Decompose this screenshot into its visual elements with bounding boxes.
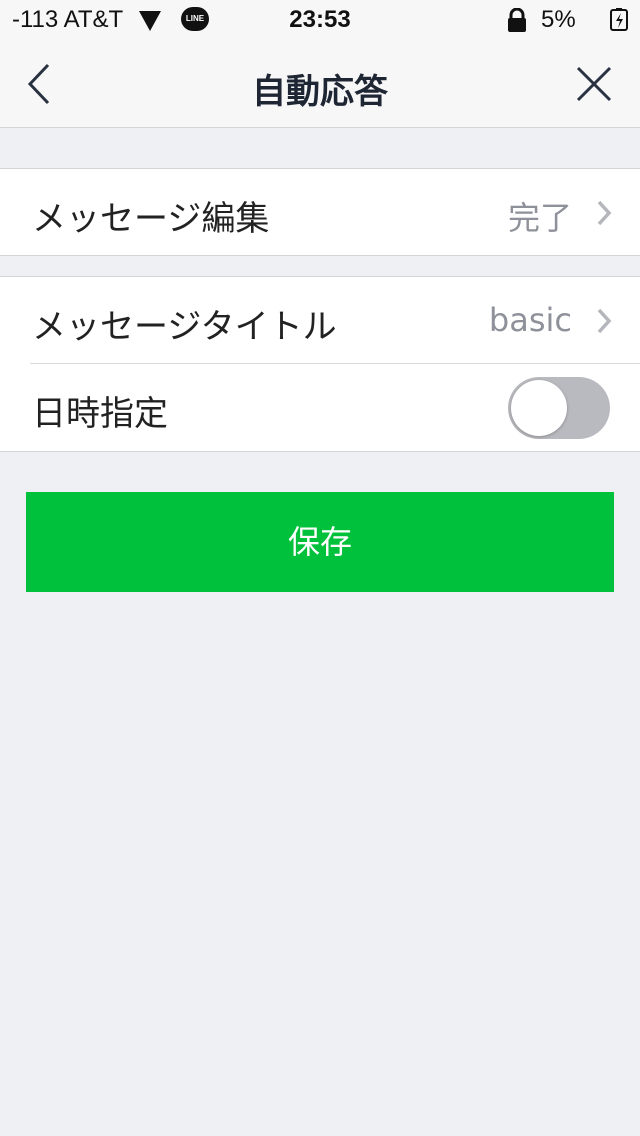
- schedule-toggle[interactable]: [508, 377, 610, 439]
- toggle-knob: [511, 380, 567, 436]
- close-button[interactable]: [572, 62, 616, 106]
- screen: -113 AT&T LINE 23:53 5% 自動応答 メッセージ編集 完了 …: [0, 0, 640, 1136]
- navigation-bar: 自動応答: [0, 40, 640, 128]
- rotation-lock-icon: [506, 7, 528, 39]
- schedule-row: 日時指定: [0, 363, 640, 451]
- close-icon: [576, 66, 612, 102]
- message-title-label: メッセージタイトル: [32, 307, 337, 347]
- message-edit-label: メッセージ編集: [32, 199, 270, 239]
- battery-percentage: 5%: [541, 6, 576, 33]
- message-edit-row[interactable]: メッセージ編集 完了: [0, 169, 640, 256]
- message-title-value: basic: [488, 301, 572, 339]
- save-button[interactable]: 保存: [26, 492, 614, 592]
- chevron-right-icon: [597, 200, 612, 226]
- schedule-label: 日時指定: [32, 394, 168, 434]
- page-title: 自動応答: [252, 72, 388, 112]
- message-settings-group: メッセージ編集 完了: [0, 168, 640, 256]
- message-title-row[interactable]: メッセージタイトル basic: [0, 277, 640, 364]
- title-schedule-group: メッセージタイトル basic 日時指定: [0, 276, 640, 452]
- chevron-right-icon: [597, 308, 612, 334]
- message-edit-status: 完了: [507, 199, 572, 237]
- status-bar: -113 AT&T LINE 23:53 5%: [0, 0, 640, 40]
- battery-icon: [610, 8, 628, 39]
